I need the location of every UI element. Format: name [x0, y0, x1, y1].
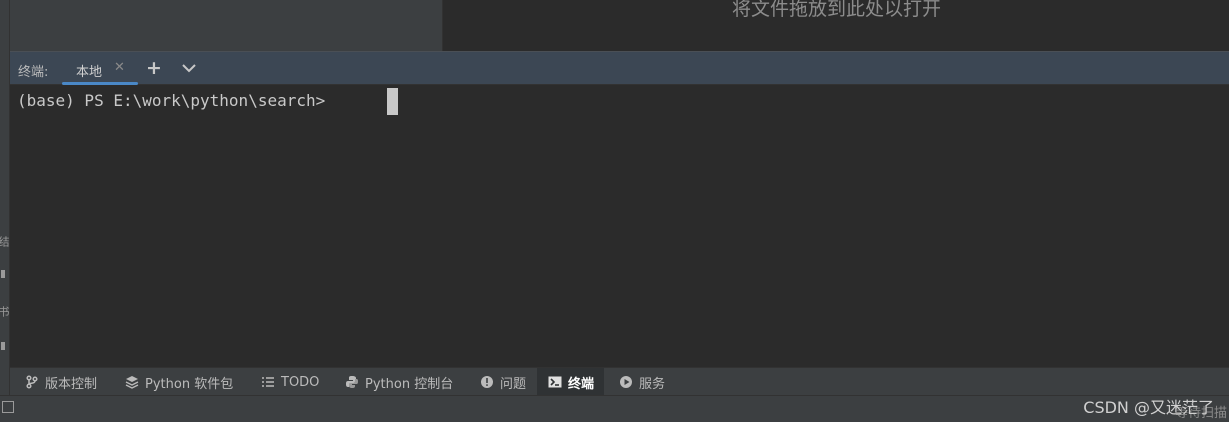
tool-terminal-label: 终端	[568, 376, 595, 392]
tool-window-bar: 版本控制 Python 软件包 TODO Python 控制台 问题 终端 服务	[10, 367, 1229, 396]
play-circle-icon	[618, 374, 634, 390]
tool-services-button[interactable]: 服务	[618, 368, 665, 396]
tab-local-label: 本地	[76, 65, 103, 80]
list-icon	[260, 374, 276, 390]
tab-local[interactable]: 本地 ✕	[62, 52, 138, 85]
terminal-prompt: (base) PS E:\work\python\search>	[17, 91, 326, 110]
branch-icon	[24, 374, 40, 390]
status-bar: 等待扫描	[0, 395, 1229, 422]
close-icon[interactable]: ✕	[114, 60, 125, 75]
drop-file-hint: 将文件拖放到此处以打开	[731, 0, 941, 20]
tool-problems-label: 问题	[500, 376, 527, 392]
editor-empty-area[interactable]: 将文件拖放到此处以打开	[444, 0, 1229, 51]
chevron-down-icon[interactable]	[180, 59, 198, 77]
terminal-tab-bar: 终端: 本地 ✕ +	[10, 51, 1229, 85]
terminal-output[interactable]: (base) PS E:\work\python\search>	[10, 85, 1229, 367]
toggle-tool-windows-icon[interactable]	[2, 401, 14, 413]
python-icon	[344, 374, 360, 390]
tool-problems-button[interactable]: 问题	[479, 368, 526, 396]
watermark: CSDN @又迷茫了	[1083, 398, 1214, 417]
tool-vcs-button[interactable]: 版本控制	[24, 368, 97, 396]
info-icon	[479, 374, 495, 390]
terminal-cursor	[387, 88, 398, 115]
tool-vcs-label: 版本控制	[45, 376, 98, 392]
tool-todo-button[interactable]: TODO	[260, 368, 319, 396]
terminal-icon	[547, 374, 563, 390]
project-panel	[10, 0, 443, 51]
tool-python-packages-button[interactable]: Python 软件包	[124, 368, 233, 396]
tool-python-console-button[interactable]: Python 控制台	[344, 368, 453, 396]
tool-todo-label: TODO	[281, 374, 320, 390]
left-tool-strip: 结 书	[0, 0, 10, 395]
tool-terminal-button[interactable]: 终端	[537, 368, 605, 396]
layers-icon	[124, 374, 140, 390]
terminal-title: 终端:	[18, 65, 49, 80]
strip-label-structure[interactable]: 结	[0, 236, 9, 247]
tool-services-label: 服务	[639, 376, 666, 392]
tool-python-console-label: Python 控制台	[365, 376, 454, 392]
strip-marker	[1, 342, 5, 350]
strip-label-bookmarks[interactable]: 书	[0, 306, 9, 317]
strip-marker	[1, 270, 5, 278]
add-terminal-icon[interactable]: +	[146, 57, 162, 79]
tool-python-packages-label: Python 软件包	[145, 376, 234, 392]
